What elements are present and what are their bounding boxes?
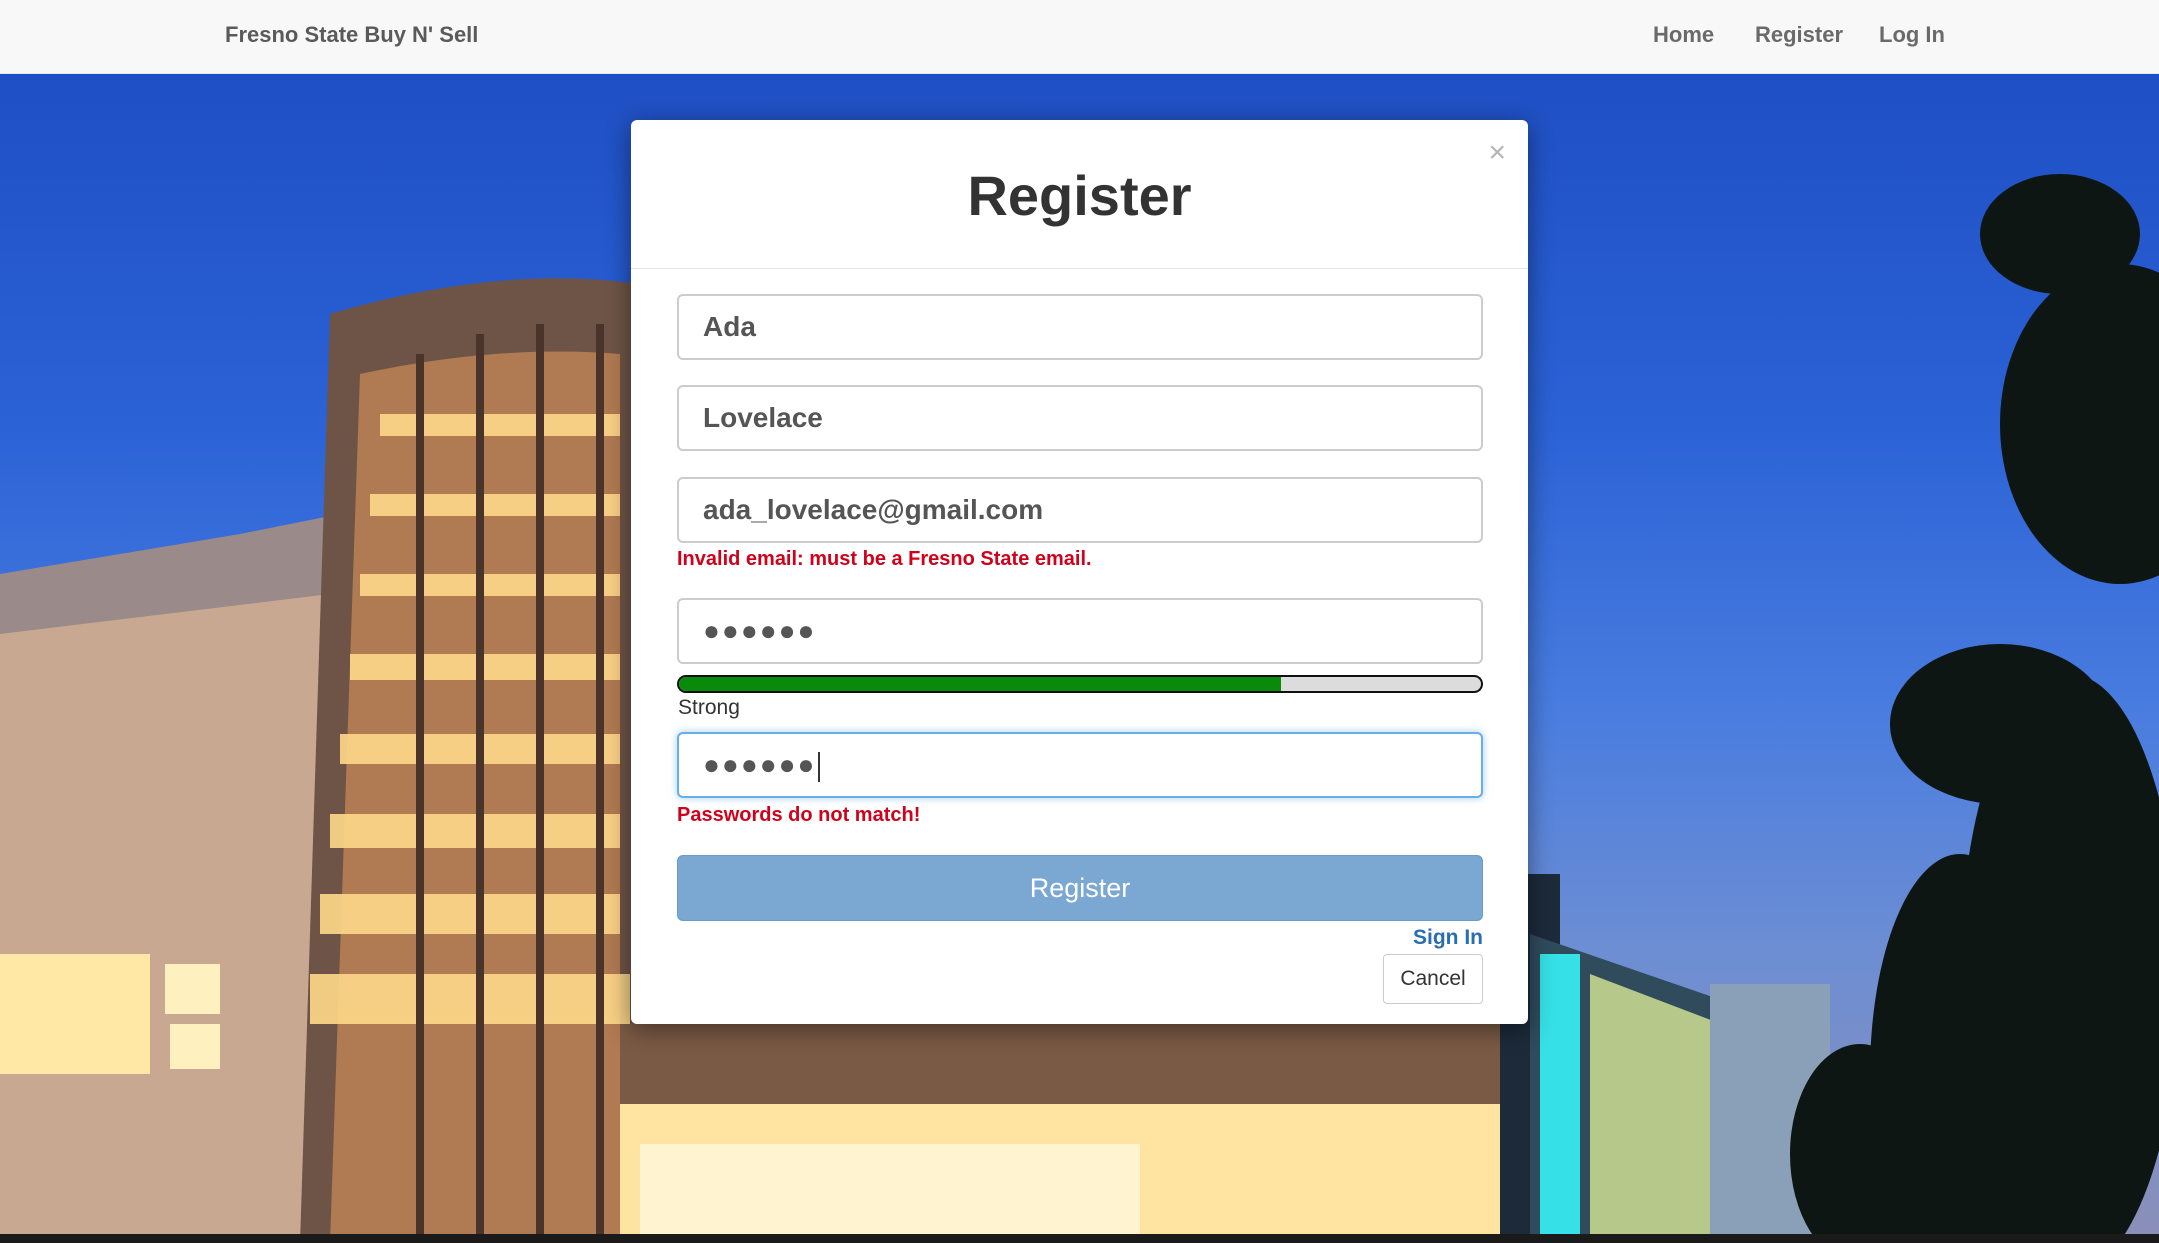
- brand-link[interactable]: Fresno State Buy N' Sell: [225, 22, 478, 48]
- text-cursor: [818, 751, 821, 782]
- modal-title: Register: [967, 164, 1192, 227]
- register-modal: Register × Ada Lovelace ada_lovelace@gma…: [631, 120, 1528, 1024]
- nav-login-link[interactable]: Log In: [1879, 22, 1945, 48]
- confirm-password-input[interactable]: ●●●●●●: [677, 732, 1483, 798]
- modal-header: Register ×: [631, 120, 1528, 269]
- password-input[interactable]: ●●●●●●: [677, 598, 1483, 664]
- password-mismatch-error: Passwords do not match!: [677, 804, 921, 826]
- nav-home-link[interactable]: Home: [1653, 22, 1714, 48]
- first-name-input[interactable]: Ada: [677, 294, 1483, 360]
- sign-in-link[interactable]: Sign In: [1413, 926, 1483, 950]
- cancel-button[interactable]: Cancel: [1383, 954, 1483, 1004]
- password-strength-meter: [677, 675, 1483, 693]
- nav-register-link[interactable]: Register: [1755, 22, 1843, 48]
- confirm-password-value: ●●●●●●: [703, 749, 817, 780]
- register-submit-button[interactable]: Register: [677, 855, 1483, 921]
- last-name-input[interactable]: Lovelace: [677, 385, 1483, 451]
- email-input[interactable]: ada_lovelace@gmail.com: [677, 477, 1483, 543]
- password-strength-fill: [679, 677, 1281, 691]
- top-navbar: Fresno State Buy N' Sell Home Register L…: [0, 0, 2159, 74]
- close-icon[interactable]: ×: [1488, 138, 1506, 168]
- password-strength-label: Strong: [678, 696, 740, 719]
- email-error-message: Invalid email: must be a Fresno State em…: [677, 548, 1092, 570]
